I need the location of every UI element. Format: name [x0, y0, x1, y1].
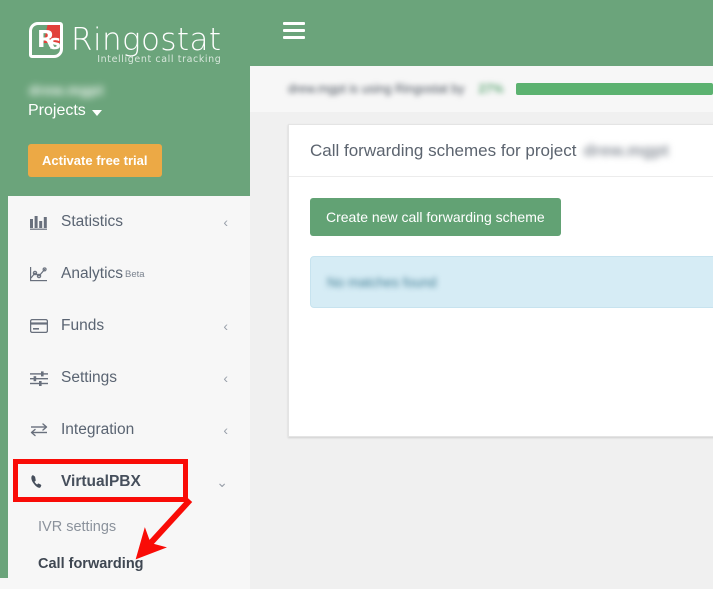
line-chart-icon	[30, 265, 50, 283]
main-content: drew.mgpt is using Ringostat by 27% Call…	[250, 0, 713, 589]
phone-icon	[30, 473, 50, 491]
sidebar-item-badge: Beta	[125, 269, 145, 280]
sidebar-subitem-call-forwarding[interactable]: Call forwarding	[0, 545, 250, 582]
sidebar-subitem-label: Call forwarding	[38, 556, 144, 572]
sidebar-item-virtualpbx[interactable]: VirtualPBX ⌄	[0, 456, 250, 508]
sliders-icon	[30, 369, 50, 387]
usage-progress-bar	[516, 83, 713, 95]
no-matches-alert: No matches found	[310, 256, 713, 308]
sidebar-item-label: Integration	[61, 421, 134, 439]
brand-name: Ringostat	[71, 22, 221, 58]
page-title: Call forwarding schemes for project	[310, 141, 576, 161]
sidebar-item-label: Settings	[61, 369, 117, 387]
bar-chart-icon	[30, 213, 50, 231]
exchange-icon	[30, 421, 50, 439]
call-forwarding-card: Call forwarding schemes for project drew…	[288, 124, 713, 437]
sidebar-project-name: drew.mgpt	[29, 82, 104, 98]
sidebar-item-label: Funds	[61, 317, 104, 335]
logo-text-wrap: Ringostat Intelligent call tracking	[71, 22, 221, 65]
usage-banner: drew.mgpt is using Ringostat by 27%	[250, 66, 713, 112]
chevron-left-icon: ‹	[223, 215, 228, 229]
hamburger-bar	[283, 36, 305, 39]
chevron-left-icon: ‹	[223, 319, 228, 333]
card-header: Call forwarding schemes for project drew…	[289, 125, 713, 177]
card-body: Create new call forwarding scheme No mat…	[289, 177, 713, 329]
sidebar: R s Ringostat Intelligent call tracking …	[0, 0, 250, 589]
sidebar-item-statistics[interactable]: Statistics ‹	[0, 196, 250, 248]
hamburger-icon[interactable]	[283, 22, 305, 39]
ringostat-logo-icon: R s	[29, 22, 63, 58]
sidebar-subitem-ivr-settings[interactable]: IVR settings	[0, 508, 250, 545]
credit-card-icon	[30, 317, 50, 335]
hamburger-bar	[283, 29, 305, 32]
projects-dropdown-label: Projects	[28, 102, 86, 120]
usage-banner-percent: 27%	[478, 82, 503, 96]
sidebar-nav: Statistics ‹ Analytics Beta	[0, 196, 250, 582]
page-title-project-name: drew.mgpt	[583, 141, 668, 161]
sidebar-item-funds[interactable]: Funds ‹	[0, 300, 250, 352]
top-bar	[250, 0, 713, 66]
chevron-left-icon: ‹	[223, 371, 228, 385]
sidebar-item-analytics[interactable]: Analytics Beta	[0, 248, 250, 300]
sidebar-item-label: Analytics	[61, 265, 123, 283]
chevron-down-icon: ⌄	[216, 475, 228, 489]
logo[interactable]: R s Ringostat Intelligent call tracking	[29, 22, 221, 65]
sidebar-item-label: Statistics	[61, 213, 123, 231]
no-matches-alert-text: No matches found	[327, 275, 437, 290]
usage-banner-text: drew.mgpt is using Ringostat by	[288, 82, 464, 96]
logo-letter-s: s	[49, 30, 61, 54]
sidebar-brand-area: R s Ringostat Intelligent call tracking …	[0, 0, 250, 196]
app-root: R s Ringostat Intelligent call tracking …	[0, 0, 713, 589]
sidebar-item-label: VirtualPBX	[61, 473, 141, 491]
chevron-down-icon	[92, 110, 102, 116]
sidebar-item-integration[interactable]: Integration ‹	[0, 404, 250, 456]
sidebar-item-settings[interactable]: Settings ‹	[0, 352, 250, 404]
create-new-call-forwarding-scheme-button[interactable]: Create new call forwarding scheme	[310, 198, 561, 236]
chevron-left-icon: ‹	[223, 423, 228, 437]
hamburger-bar	[283, 22, 305, 25]
sidebar-subitem-label: IVR settings	[38, 519, 116, 535]
projects-dropdown-toggle[interactable]: Projects	[28, 102, 102, 120]
activate-free-trial-button[interactable]: Activate free trial	[28, 144, 162, 177]
